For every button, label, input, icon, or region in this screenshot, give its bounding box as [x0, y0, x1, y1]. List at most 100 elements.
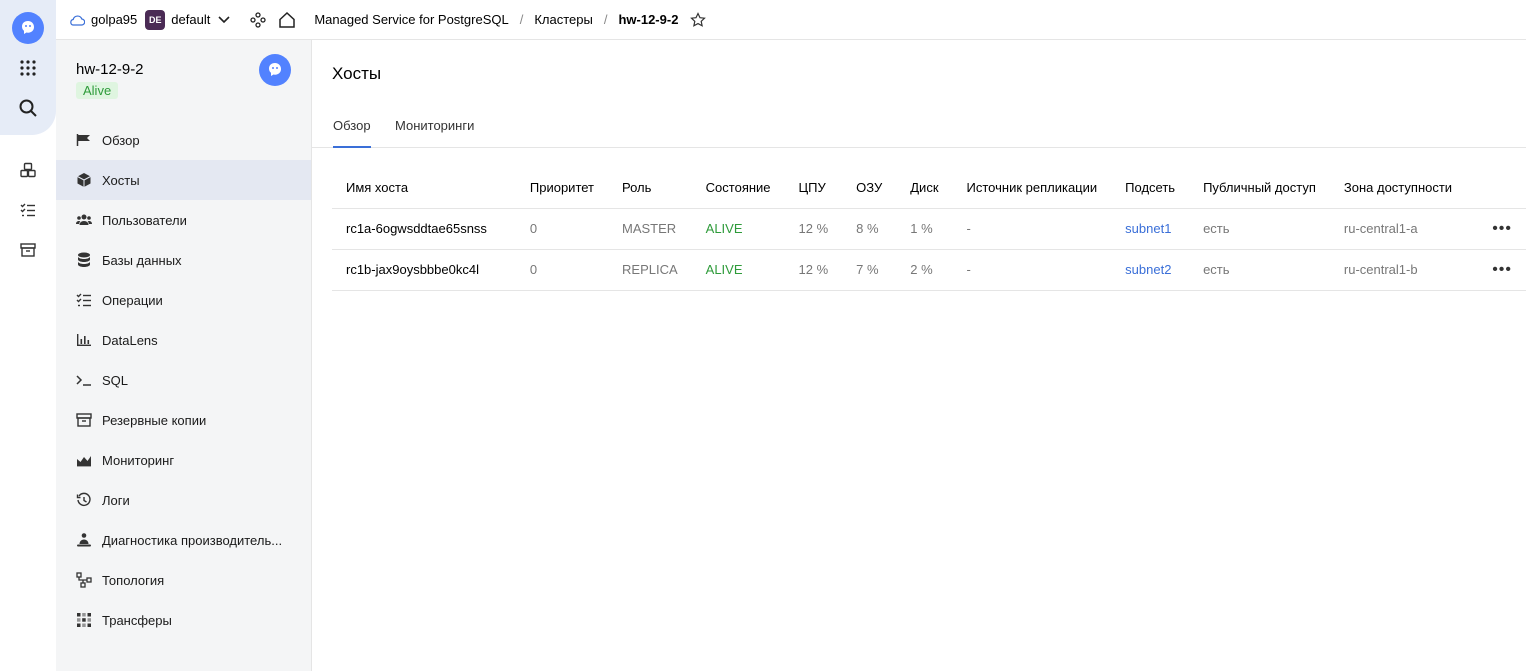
priority: 0	[515, 249, 609, 291]
tab-monitoring[interactable]: Мониторинги	[395, 118, 474, 148]
tab-overview[interactable]: Обзор	[333, 118, 371, 148]
search-icon[interactable]	[16, 96, 40, 120]
left-rail	[0, 0, 56, 671]
row-actions-button[interactable]: •••	[1466, 208, 1526, 250]
sidebar-item-label: Мониторинг	[102, 452, 175, 468]
topology-icon	[76, 572, 92, 588]
column-header: Подсеть	[1111, 167, 1190, 209]
subnet-link[interactable]: subnet2	[1111, 249, 1190, 291]
column-header: Имя хоста	[332, 167, 516, 209]
list-check-icon	[76, 292, 92, 308]
subnet-link[interactable]: subnet1	[1111, 208, 1190, 250]
cluster-title: hw-12-9-2	[76, 61, 144, 78]
column-header: ОЗУ	[842, 167, 897, 209]
sidebar-item-hosts[interactable]: Хосты	[56, 160, 311, 200]
column-header: Состояние	[691, 167, 785, 209]
sidebar-item-label: SQL	[102, 372, 129, 388]
cloud-selector[interactable]: golpa95	[69, 12, 137, 27]
column-header: Приоритет	[515, 167, 609, 209]
cube-icon	[76, 172, 92, 188]
chevron-down-icon	[218, 15, 230, 23]
column-header: Источник репликации	[952, 167, 1112, 209]
cloud-icon	[70, 14, 85, 26]
disk: 2 %	[896, 249, 953, 291]
availability-zone: ru-central1-a	[1329, 208, 1467, 250]
more-dots-icon: •••	[1492, 260, 1512, 278]
status-badge: Alive	[76, 82, 119, 99]
table-header-row: Имя хоста Приоритет Роль Состояние ЦПУ О…	[332, 167, 1526, 209]
public-access: есть	[1189, 249, 1330, 291]
home-icon[interactable]	[278, 11, 296, 29]
ram: 7 %	[842, 249, 897, 291]
star-icon[interactable]	[690, 11, 707, 28]
state: ALIVE	[691, 208, 785, 250]
sidebar-item-topology[interactable]: Топология	[56, 560, 311, 600]
breadcrumb: Managed Service for PostgreSQL / Кластер…	[314, 12, 678, 27]
sidebar-item-label: Пользователи	[102, 212, 187, 228]
apps-grid-icon[interactable]	[16, 56, 40, 80]
main-content: Хосты Обзор Мониторинги Имя хоста Приори…	[312, 40, 1526, 671]
area-chart-icon	[76, 452, 92, 468]
sidebar-nav: Обзор Хосты Пользователи Базы данных Опе…	[56, 120, 311, 640]
person-diagnostic-icon	[76, 532, 92, 548]
services-icon[interactable]	[250, 11, 266, 28]
transfer-icon	[76, 612, 92, 628]
ram: 8 %	[842, 208, 897, 250]
users-icon	[76, 212, 92, 228]
column-header: Публичный доступ	[1189, 167, 1330, 209]
sidebar-item-label: Трансферы	[102, 612, 172, 628]
sidebar-item-monitoring[interactable]: Мониторинг	[56, 440, 311, 480]
folder-selector[interactable]: DE default	[145, 9, 230, 30]
bar-chart-icon	[76, 332, 92, 348]
sidebar-item-sql[interactable]: SQL	[56, 360, 311, 400]
table-row[interactable]: rc1b-jax9oysbbbe0kc4l 0 REPLICA ALIVE 12…	[332, 249, 1526, 291]
sidebar-item-overview[interactable]: Обзор	[56, 120, 311, 160]
sidebar-item-transfers[interactable]: Трансферы	[56, 600, 311, 640]
sidebar-item-diagnostics[interactable]: Диагностика производитель...	[56, 520, 311, 560]
column-header-actions	[1466, 167, 1526, 209]
sidebar-item-users[interactable]: Пользователи	[56, 200, 311, 240]
postgres-service-icon	[259, 54, 291, 86]
column-header: Диск	[896, 167, 953, 209]
cubes-icon[interactable]	[16, 158, 40, 182]
cpu: 12 %	[784, 208, 843, 250]
folder-badge: DE	[145, 9, 166, 30]
table-row[interactable]: rc1a-6ogwsddtae65snss 0 MASTER ALIVE 12 …	[332, 208, 1526, 250]
cluster-sidebar: hw-12-9-2 Alive Обзор Хосты Пользователи…	[56, 40, 312, 671]
priority: 0	[515, 208, 609, 250]
host-name: rc1b-jax9oysbbbe0kc4l	[332, 249, 516, 291]
database-icon	[76, 252, 92, 268]
cpu: 12 %	[784, 249, 843, 291]
sidebar-item-datalens[interactable]: DataLens	[56, 320, 311, 360]
archive-icon	[76, 412, 92, 428]
sidebar-item-label: Резервные копии	[102, 412, 207, 428]
breadcrumb-clusters[interactable]: Кластеры	[534, 12, 593, 27]
column-header: Роль	[608, 167, 692, 209]
breadcrumb-separator: /	[519, 12, 524, 27]
column-header: ЦПУ	[784, 167, 843, 209]
sidebar-item-databases[interactable]: Базы данных	[56, 240, 311, 280]
host-name: rc1a-6ogwsddtae65snss	[332, 208, 516, 250]
tabs: Обзор Мониторинги	[312, 110, 1526, 148]
top-bar: golpa95 DE default Managed Service for P…	[56, 0, 1526, 40]
breadcrumb-separator: /	[603, 12, 608, 27]
sidebar-item-label: Топология	[102, 572, 165, 588]
more-dots-icon: •••	[1492, 219, 1512, 237]
list-check-icon[interactable]	[16, 198, 40, 222]
sidebar-item-backups[interactable]: Резервные копии	[56, 400, 311, 440]
public-access: есть	[1189, 208, 1330, 250]
archive-icon[interactable]	[16, 238, 40, 262]
sidebar-item-label: Диагностика производитель...	[102, 532, 283, 548]
breadcrumb-service[interactable]: Managed Service for PostgreSQL	[314, 12, 508, 27]
sidebar-item-label: Базы данных	[102, 252, 182, 268]
hosts-table: Имя хоста Приоритет Роль Состояние ЦПУ О…	[332, 167, 1526, 291]
state: ALIVE	[691, 249, 785, 291]
row-actions-button[interactable]: •••	[1466, 249, 1526, 291]
sidebar-item-operations[interactable]: Операции	[56, 280, 311, 320]
folder-name: default	[171, 12, 211, 27]
sidebar-item-label: Операции	[102, 292, 163, 308]
postgres-logo-icon[interactable]	[12, 12, 44, 44]
sidebar-item-label: Хосты	[102, 172, 140, 188]
role: REPLICA	[608, 249, 692, 291]
sidebar-item-logs[interactable]: Логи	[56, 480, 311, 520]
